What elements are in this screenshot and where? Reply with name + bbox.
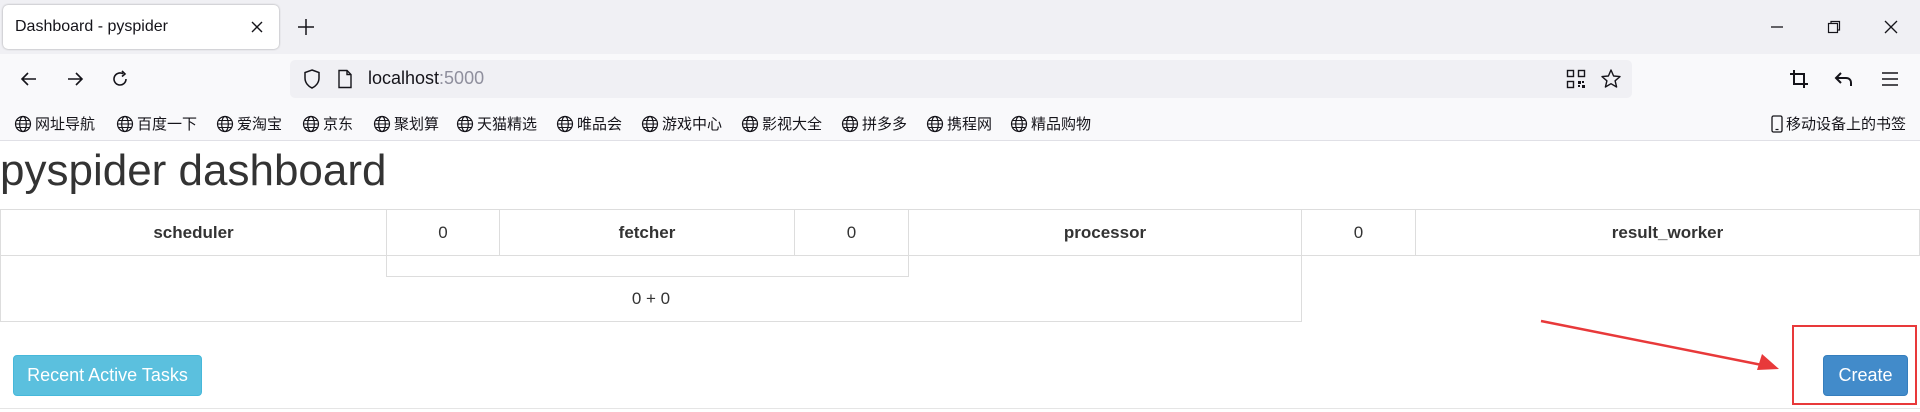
restore-button[interactable]: [1819, 12, 1849, 42]
bookmark-item[interactable]: 爱淘宝: [216, 113, 282, 134]
bookmark-label: 携程网: [947, 116, 993, 133]
menu-button[interactable]: [1875, 64, 1905, 94]
bookmark-item[interactable]: 唯品会: [556, 113, 622, 134]
reload-button[interactable]: [105, 64, 135, 94]
qr-code-icon[interactable]: [1566, 69, 1586, 94]
tab-dashboard[interactable]: Dashboard - pyspider: [3, 5, 279, 49]
reload-icon: [113, 70, 127, 86]
minimize-button[interactable]: [1762, 12, 1792, 42]
globe-icon: [1010, 115, 1028, 132]
globe-icon: [926, 115, 944, 132]
hamburger-icon: [1882, 72, 1898, 86]
fetcher-value: 0: [794, 209, 909, 256]
tab-title: Dashboard - pyspider: [15, 18, 168, 35]
url-host: localhost: [368, 68, 440, 88]
globe-icon: [302, 115, 320, 132]
divider: [0, 408, 1920, 409]
mobile-bookmarks-label: 移动设备上的书签: [1785, 116, 1906, 133]
bookmark-item[interactable]: 聚划算: [373, 113, 439, 134]
queue-bar: [386, 255, 909, 277]
annotation-highlight-box: [1792, 325, 1917, 405]
mobile-bookmarks[interactable]: 移动设备上的书签: [1771, 113, 1906, 134]
page-icon[interactable]: [336, 69, 354, 94]
scheduler-label: scheduler: [0, 209, 387, 256]
arrow-left-icon: [20, 72, 36, 86]
globe-icon: [841, 115, 859, 132]
bookmark-label: 爱淘宝: [237, 116, 283, 133]
bookmark-label: 精品购物: [1031, 116, 1092, 133]
recent-active-tasks-button[interactable]: Recent Active Tasks: [13, 355, 202, 396]
bookmark-item[interactable]: 网址导航: [14, 113, 95, 134]
crop-icon: [1790, 70, 1808, 88]
nav-bar: localhost:5000: [0, 54, 1920, 104]
arrow-right-icon: [68, 72, 84, 86]
close-window-button[interactable]: [1876, 12, 1906, 42]
bookmark-label: 天猫精选: [477, 116, 538, 133]
bookmark-label: 百度一下: [137, 116, 198, 133]
bookmark-item[interactable]: 影视大全: [741, 113, 822, 134]
globe-icon: [116, 115, 134, 132]
bookmark-label: 聚划算: [394, 116, 440, 133]
bookmark-label: 唯品会: [577, 116, 623, 133]
bookmark-item[interactable]: 精品购物: [1010, 113, 1091, 134]
bookmark-label: 网址导航: [35, 116, 96, 133]
bookmark-item[interactable]: 天猫精选: [456, 113, 537, 134]
tab-bar: Dashboard - pyspider: [0, 0, 1920, 54]
close-icon: [1884, 20, 1898, 34]
mobile-device-icon: [1771, 114, 1783, 133]
bookmarks-bar: 网址导航 百度一下 爱淘宝 京东 聚划算 天猫精选 唯品会 游戏中心 影视大全 …: [0, 104, 1920, 141]
close-icon[interactable]: [247, 17, 267, 37]
globe-icon: [641, 115, 659, 132]
url-port: :5000: [439, 68, 485, 88]
url-bar[interactable]: localhost:5000: [290, 60, 1632, 98]
minimize-icon: [1771, 26, 1783, 28]
globe-icon: [456, 115, 474, 132]
fetcher-label: fetcher: [499, 209, 795, 256]
star-icon[interactable]: [1600, 68, 1622, 95]
globe-icon: [373, 115, 391, 132]
processor-value: 0: [1301, 209, 1416, 256]
bookmark-item[interactable]: 携程网: [926, 113, 992, 134]
result-worker-label: result_worker: [1415, 209, 1920, 256]
bookmark-label: 京东: [323, 116, 354, 133]
undo-button[interactable]: [1829, 64, 1859, 94]
annotation-arrow-icon: [1540, 319, 1779, 370]
shield-icon[interactable]: [302, 68, 322, 95]
url-text[interactable]: localhost:5000: [368, 68, 484, 89]
globe-icon: [14, 115, 32, 132]
globe-icon: [556, 115, 574, 132]
page-title: pyspider dashboard: [0, 146, 387, 195]
bookmark-label: 拼多多: [862, 116, 908, 133]
bookmark-item[interactable]: 百度一下: [116, 113, 197, 134]
bookmark-item[interactable]: 游戏中心: [641, 113, 722, 134]
undo-icon: [1834, 72, 1852, 86]
processor-label: processor: [908, 209, 1302, 256]
bookmark-item[interactable]: 拼多多: [841, 113, 907, 134]
globe-icon: [741, 115, 759, 132]
forward-button[interactable]: [60, 64, 90, 94]
bookmark-label: 影视大全: [762, 116, 823, 133]
scheduler-value: 0: [386, 209, 500, 256]
bookmark-item[interactable]: 京东: [302, 113, 353, 134]
globe-icon: [216, 115, 234, 132]
bookmark-label: 游戏中心: [662, 116, 723, 133]
back-button[interactable]: [14, 64, 44, 94]
new-tab-button[interactable]: [292, 13, 320, 41]
plus-icon: [298, 19, 314, 35]
restore-icon: [1827, 20, 1841, 34]
screenshot-button[interactable]: [1784, 64, 1814, 94]
